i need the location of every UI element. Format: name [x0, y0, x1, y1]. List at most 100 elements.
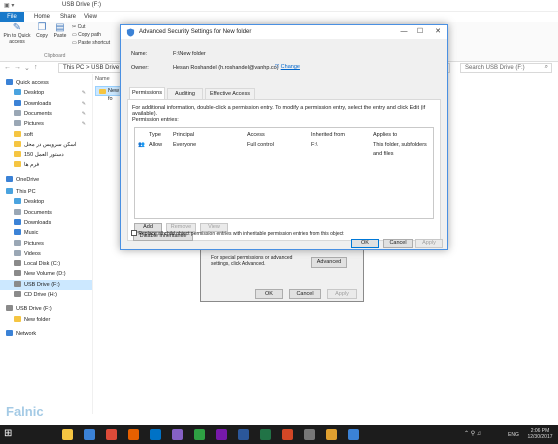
sidebar-item[interactable]: soft: [0, 130, 92, 140]
sidebar-item-label: CD Drive (H:): [24, 292, 57, 298]
change-owner-link[interactable]: ⛉ Change: [275, 64, 300, 71]
sidebar-item[interactable]: 150 دستور العمل: [0, 150, 92, 160]
sidebar-item[interactable]: Local Disk (C:): [0, 259, 92, 269]
media-icon[interactable]: [326, 429, 337, 440]
sidebar-item[interactable]: This PC: [0, 187, 92, 197]
replace-permissions-option[interactable]: Replace all child object permission entr…: [131, 230, 441, 238]
owner-label: Owner:: [131, 65, 149, 71]
ok-button[interactable]: OK: [351, 239, 379, 248]
tab-home[interactable]: Home: [28, 12, 56, 22]
tab-file[interactable]: File: [0, 12, 24, 22]
sidebar-item[interactable]: Pictures: [0, 239, 92, 249]
settings-icon[interactable]: [304, 429, 315, 440]
language-indicator[interactable]: ENG: [508, 432, 519, 438]
copy-button[interactable]: ❐ Copy: [34, 22, 50, 40]
close-icon[interactable]: ✕: [431, 27, 445, 37]
word-icon[interactable]: [238, 429, 249, 440]
cell-principal: Everyone: [173, 142, 197, 148]
quick-access-toolbar-icon[interactable]: ▣ ▾: [4, 2, 14, 9]
tab-permissions[interactable]: Permissions: [129, 87, 165, 99]
folder-icon: [14, 161, 21, 168]
onenote-icon[interactable]: [216, 429, 227, 440]
props-cancel-button[interactable]: Cancel: [289, 289, 321, 299]
minimize-icon[interactable]: —: [397, 27, 411, 37]
sidebar-item[interactable]: New folder: [0, 315, 92, 325]
sidebar-item[interactable]: اسکن سرویس در محل: [0, 140, 92, 150]
copy-icon: ❐: [37, 22, 47, 33]
window-title: USB Drive (F:): [62, 2, 101, 8]
sidebar-item[interactable]: Desktop: [0, 197, 92, 207]
tab-view[interactable]: View: [78, 12, 103, 22]
tray-icons[interactable]: ⌃ ⚲ ♫: [464, 431, 481, 437]
pictures-icon: [14, 120, 21, 127]
explorer-titlebar: ▣ ▾ USB Drive (F:): [0, 0, 558, 12]
excel-icon[interactable]: [260, 429, 271, 440]
apply-button[interactable]: Apply: [415, 239, 443, 248]
tab-auditing[interactable]: Auditing: [167, 88, 203, 99]
pin-button[interactable]: ✎ Pin to Quick access: [2, 23, 32, 46]
download-icon: [14, 99, 21, 106]
sidebar-item[interactable]: Quick access: [0, 78, 92, 88]
dialog-body: Name: F:\New folder Owner: Hesan Roshand…: [121, 39, 447, 249]
copy-path-button[interactable]: ▭ Copy path: [72, 32, 101, 39]
sidebar-item[interactable]: USB Drive (F:): [0, 279, 92, 291]
sidebar-item[interactable]: USB Drive (F:): [0, 304, 92, 314]
forward-icon[interactable]: →: [14, 64, 21, 71]
sidebar-item-label: Desktop: [24, 90, 45, 97]
sidebar-item[interactable]: Documents ✎: [0, 109, 92, 119]
cancel-button[interactable]: Cancel: [383, 239, 413, 248]
props-ok-button[interactable]: OK: [255, 289, 283, 299]
sidebar-item[interactable]: OneDrive: [0, 175, 92, 185]
sidebar-item[interactable]: Documents: [0, 208, 92, 218]
sidebar-item[interactable]: Network: [0, 329, 92, 339]
back-icon[interactable]: ←: [4, 64, 11, 71]
search-icon: ⌕: [544, 64, 548, 70]
sidebar-item[interactable]: فرم ها: [0, 160, 92, 170]
store-icon[interactable]: [84, 429, 95, 440]
advanced-button[interactable]: Advanced: [311, 257, 347, 268]
outlook-icon[interactable]: [150, 429, 161, 440]
props-apply-button[interactable]: Apply: [327, 289, 357, 299]
disk-icon: [14, 260, 21, 267]
column-principal[interactable]: Principal: [173, 132, 194, 138]
sidebar-item[interactable]: Music: [0, 228, 92, 238]
column-inherited-from[interactable]: Inherited from: [311, 132, 345, 138]
sidebar-item[interactable]: CD Drive (H:): [0, 290, 92, 300]
app-icon[interactable]: [348, 429, 359, 440]
sidebar-item-label: 150 دستور العمل: [24, 152, 64, 159]
maximize-icon[interactable]: ☐: [413, 27, 427, 37]
cell-access: Full control: [247, 142, 274, 148]
column-access[interactable]: Access: [247, 132, 265, 138]
sidebar-item[interactable]: Downloads: [0, 218, 92, 228]
paste-shortcut-button[interactable]: ▭ Paste shortcut: [72, 40, 110, 47]
clock[interactable]: 2:06 PM 12/30/2017: [524, 428, 556, 440]
firefox-icon[interactable]: [128, 429, 139, 440]
column-applies-to[interactable]: Applies to: [373, 132, 397, 138]
up-icon[interactable]: ↑: [34, 64, 38, 71]
sidebar-item[interactable]: Desktop ✎: [0, 88, 92, 98]
search-input[interactable]: Search USB Drive (F:) ⌕: [460, 63, 552, 73]
sidebar-item-label: Pictures: [24, 240, 44, 247]
dialog-title: Advanced Security Settings for New folde…: [139, 29, 252, 35]
column-type[interactable]: Type: [149, 132, 161, 138]
recent-dropdown-icon[interactable]: ⌄: [24, 64, 30, 72]
start-icon[interactable]: ⊞: [4, 428, 12, 439]
sidebar-item[interactable]: New Volume (D:): [0, 269, 92, 279]
sidebar-item[interactable]: Downloads ✎: [0, 99, 92, 109]
permission-entries-label: Permission entries:: [132, 117, 179, 123]
explorer-icon[interactable]: [62, 429, 73, 440]
tab-effective-access[interactable]: Effective Access: [205, 88, 255, 99]
replace-checkbox[interactable]: [131, 230, 137, 236]
sidebar-item-label: Documents: [24, 209, 52, 216]
name-value: F:\New folder: [173, 51, 206, 57]
sidebar-item[interactable]: Videos: [0, 249, 92, 259]
powerpoint-icon[interactable]: [282, 429, 293, 440]
table-row[interactable]: 👥 Allow Everyone Full control F:\ This f…: [136, 141, 434, 157]
sidebar-item[interactable]: Pictures ✎: [0, 119, 92, 129]
column-header-name[interactable]: Name: [95, 76, 110, 82]
chrome-icon[interactable]: [106, 429, 117, 440]
paste-button[interactable]: ▤ Paste: [52, 23, 68, 40]
cut-button[interactable]: ✂ Cut: [72, 24, 85, 31]
visual-studio-icon[interactable]: [172, 429, 183, 440]
app-icon[interactable]: [194, 429, 205, 440]
